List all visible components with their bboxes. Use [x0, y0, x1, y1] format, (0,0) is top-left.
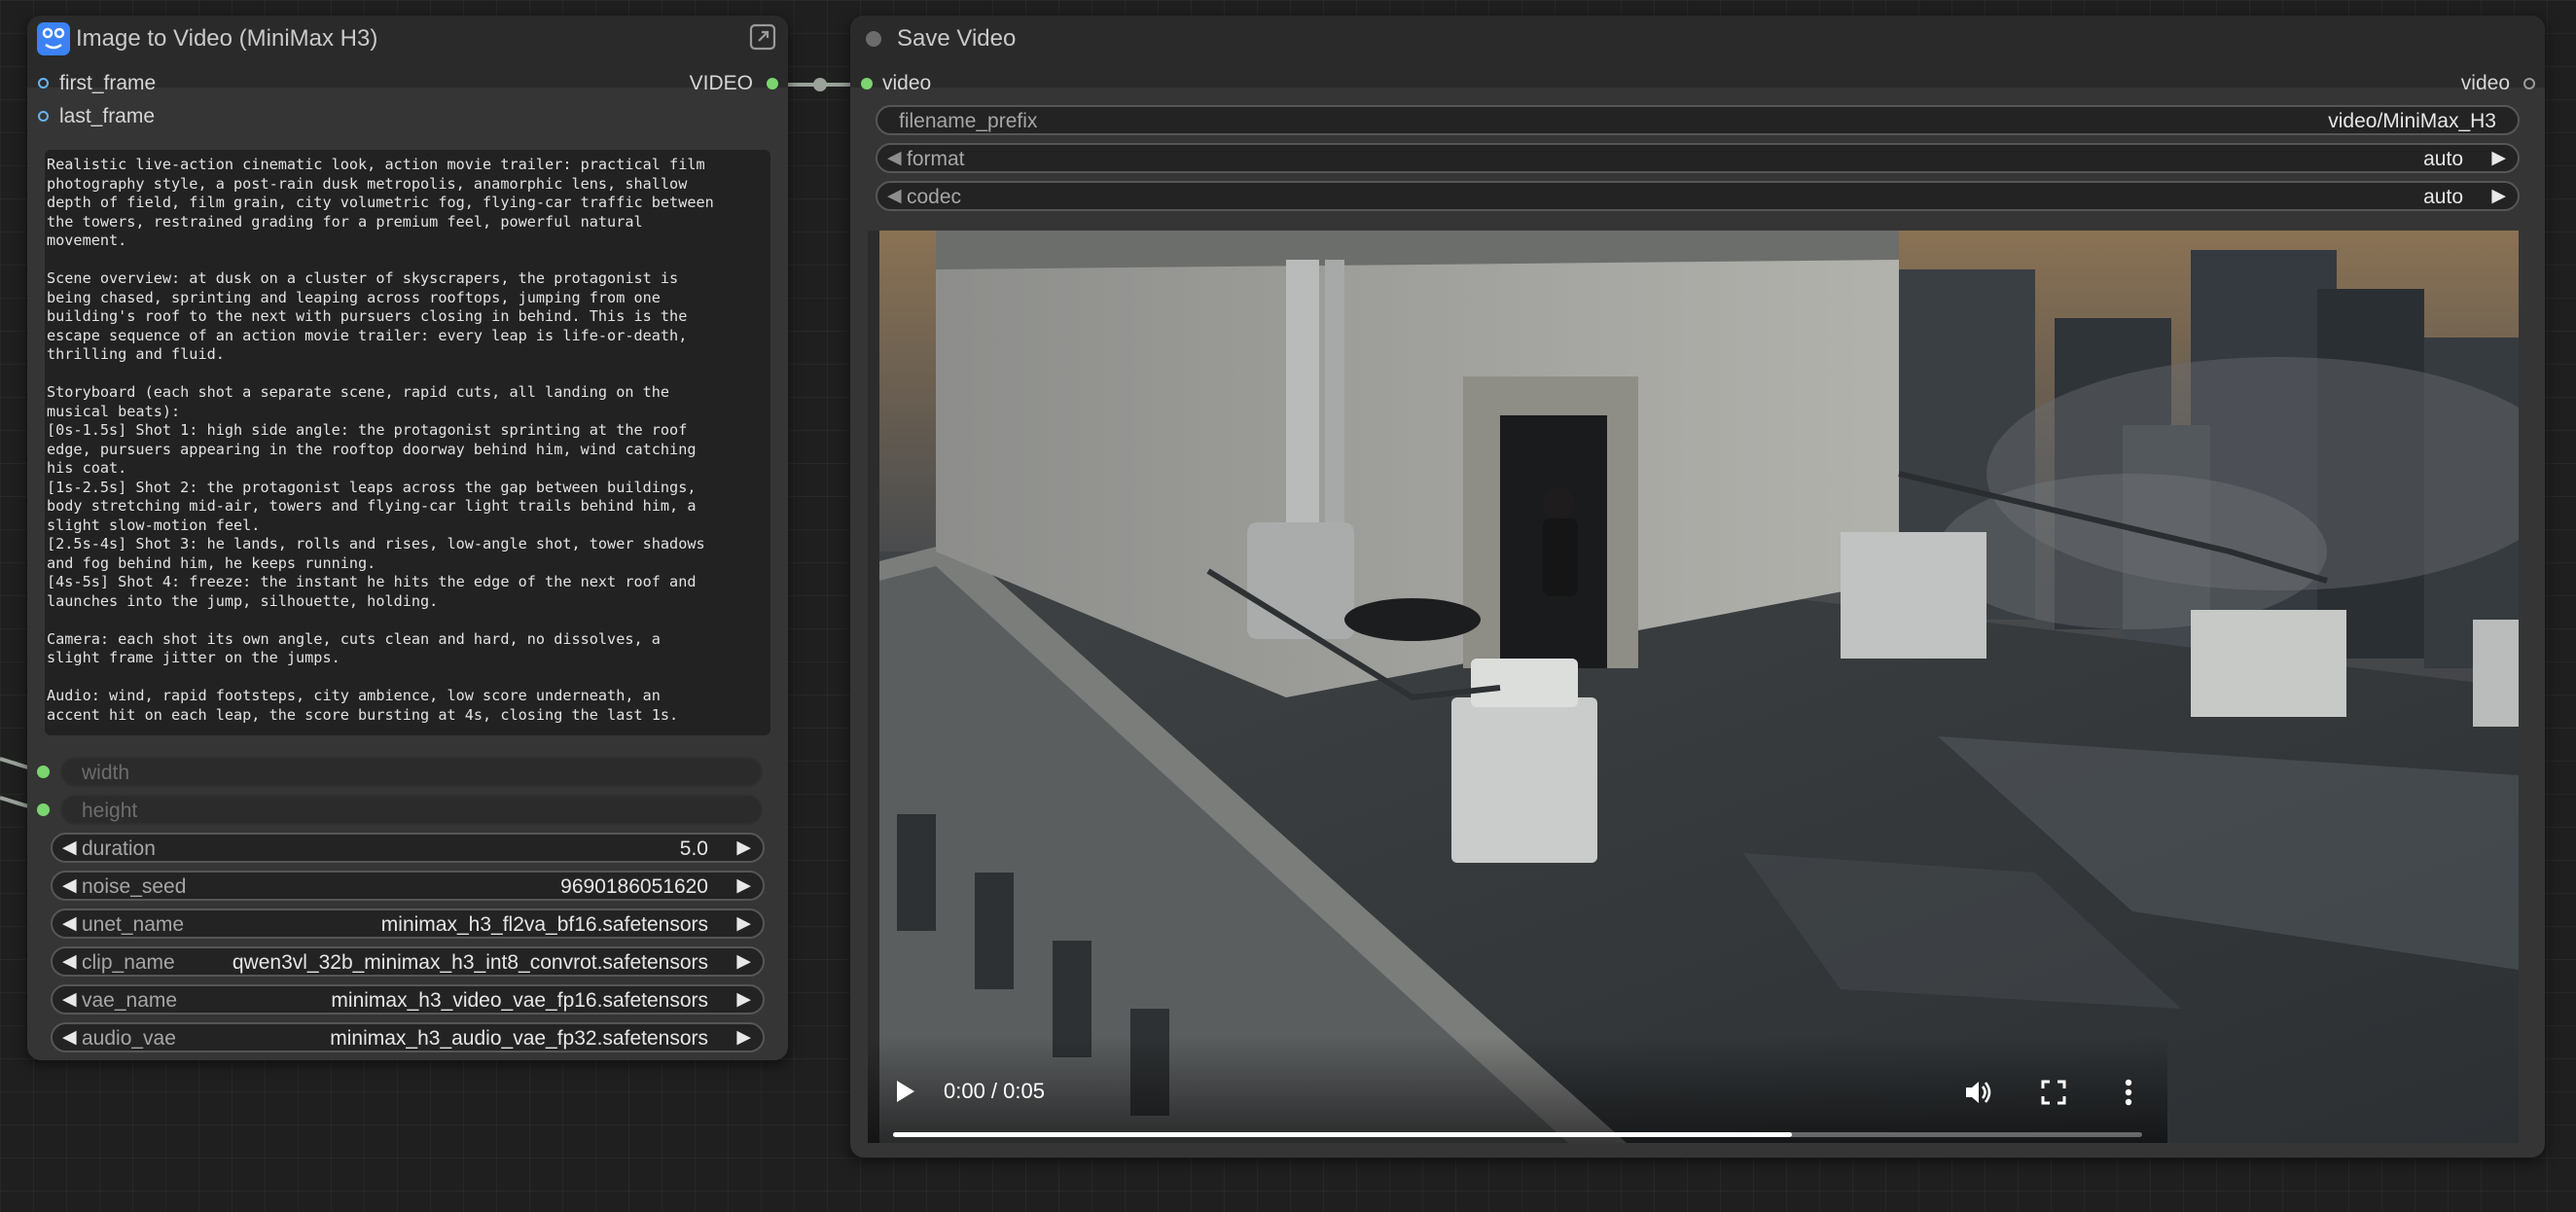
duration-value: 5.0: [679, 838, 708, 860]
video-controls-bar[interactable]: 0:00 / 0:05: [868, 1036, 2167, 1143]
clip-name-label: clip_name: [82, 951, 175, 974]
previous-option-arrow-icon[interactable]: ◀: [62, 1026, 77, 1049]
first-frame-input-dot[interactable]: [38, 78, 49, 89]
video-input-label: video: [882, 72, 932, 94]
expand-icon[interactable]: [749, 23, 776, 51]
noise-seed-widget[interactable]: ◀ noise_seed 9690186051620 ▶: [51, 871, 765, 901]
height-label: height: [82, 800, 138, 822]
video-progress-track[interactable]: [893, 1132, 2142, 1137]
unet-name-value: minimax_h3_fl2va_bf16.safetensors: [380, 913, 708, 936]
next-option-arrow-icon[interactable]: ▶: [2491, 185, 2506, 207]
next-option-arrow-icon[interactable]: ▶: [2491, 147, 2506, 169]
prompt-textarea[interactable]: Realistic live-action cinematic look, ac…: [45, 150, 770, 735]
node-header[interactable]: Save Video: [850, 16, 2545, 88]
fullscreen-icon[interactable]: [2041, 1080, 2066, 1105]
next-option-arrow-icon[interactable]: ▶: [736, 950, 751, 973]
prompt-text[interactable]: Realistic live-action cinematic look, ac…: [47, 156, 763, 725]
noise-seed-value: 9690186051620: [560, 875, 708, 898]
decrement-arrow-icon[interactable]: ◀: [62, 837, 77, 859]
volume-icon[interactable]: [1964, 1079, 1993, 1106]
height-input-dot[interactable]: [37, 803, 50, 816]
vae-name-value: minimax_h3_video_vae_fp16.safetensors: [331, 989, 708, 1012]
filename-prefix-value: video/MiniMax_H3: [2328, 110, 2496, 132]
next-option-arrow-icon[interactable]: ▶: [736, 988, 751, 1011]
first-frame-input-label: first_frame: [59, 72, 157, 94]
video-frame-image: [879, 231, 2519, 1143]
clip-name-value: qwen3vl_32b_minimax_h3_int8_convrot.safe…: [232, 951, 708, 974]
node-brand-icon: [37, 22, 70, 55]
vae-name-widget[interactable]: ◀ vae_name minimax_h3_video_vae_fp16.saf…: [51, 984, 765, 1015]
video-output-dot[interactable]: [2523, 78, 2535, 89]
link-reroute-dot[interactable]: [813, 78, 827, 91]
video-output-label: video: [2460, 72, 2510, 94]
play-icon[interactable]: [895, 1080, 916, 1103]
clip-name-widget[interactable]: ◀ clip_name qwen3vl_32b_minimax_h3_int8_…: [51, 946, 765, 977]
image-to-video-node[interactable]: Image to Video (MiniMax H3) first_frame …: [27, 16, 788, 1060]
previous-option-arrow-icon[interactable]: ◀: [62, 912, 77, 935]
format-widget[interactable]: ◀ format auto ▶: [876, 143, 2520, 173]
vae-name-label: vae_name: [82, 989, 178, 1012]
codec-widget[interactable]: ◀ codec auto ▶: [876, 181, 2520, 211]
duration-label: duration: [82, 838, 156, 860]
height-field: height: [60, 795, 763, 825]
width-input-dot[interactable]: [37, 766, 50, 778]
previous-option-arrow-icon[interactable]: ◀: [887, 185, 902, 207]
format-value: auto: [2423, 148, 2463, 170]
duration-widget[interactable]: ◀ duration 5.0 ▶: [51, 833, 765, 863]
format-label: format: [907, 148, 965, 170]
filename-prefix-label: filename_prefix: [899, 110, 1038, 132]
node-title: Save Video: [897, 25, 1017, 52]
audio-vae-widget[interactable]: ◀ audio_vae minimax_h3_audio_vae_fp32.sa…: [51, 1022, 765, 1052]
codec-label: codec: [907, 186, 962, 208]
increment-arrow-icon[interactable]: ▶: [736, 837, 751, 859]
last-frame-input-dot[interactable]: [38, 111, 49, 122]
video-progress-fill: [893, 1132, 1793, 1137]
previous-option-arrow-icon[interactable]: ◀: [887, 147, 902, 169]
codec-value: auto: [2423, 186, 2463, 208]
decrement-arrow-icon[interactable]: ◀: [62, 874, 77, 897]
next-option-arrow-icon[interactable]: ▶: [736, 912, 751, 935]
unet-name-label: unet_name: [82, 913, 185, 936]
last-frame-input-label: last_frame: [59, 105, 156, 127]
collapse-dot[interactable]: [866, 31, 881, 47]
more-vert-icon[interactable]: [2125, 1079, 2132, 1106]
width-label: width: [82, 762, 130, 784]
next-option-arrow-icon[interactable]: ▶: [736, 1026, 751, 1049]
video-output-label: VIDEO: [689, 72, 753, 94]
noise-seed-label: noise_seed: [82, 875, 187, 898]
previous-option-arrow-icon[interactable]: ◀: [62, 988, 77, 1011]
previous-option-arrow-icon[interactable]: ◀: [62, 950, 77, 973]
time-display: 0:00 / 0:05: [944, 1079, 1045, 1103]
video-preview[interactable]: 0:00 / 0:05: [868, 231, 2519, 1143]
unet-name-widget[interactable]: ◀ unet_name minimax_h3_fl2va_bf16.safete…: [51, 909, 765, 939]
video-input-dot[interactable]: [861, 78, 873, 89]
width-field: width: [60, 757, 763, 787]
increment-arrow-icon[interactable]: ▶: [736, 874, 751, 897]
node-title: Image to Video (MiniMax H3): [76, 25, 378, 52]
video-output-dot[interactable]: [767, 78, 778, 89]
audio-vae-value: minimax_h3_audio_vae_fp32.safetensors: [330, 1027, 708, 1050]
audio-vae-label: audio_vae: [82, 1027, 176, 1050]
filename-prefix-widget[interactable]: filename_prefix video/MiniMax_H3: [876, 105, 2520, 135]
